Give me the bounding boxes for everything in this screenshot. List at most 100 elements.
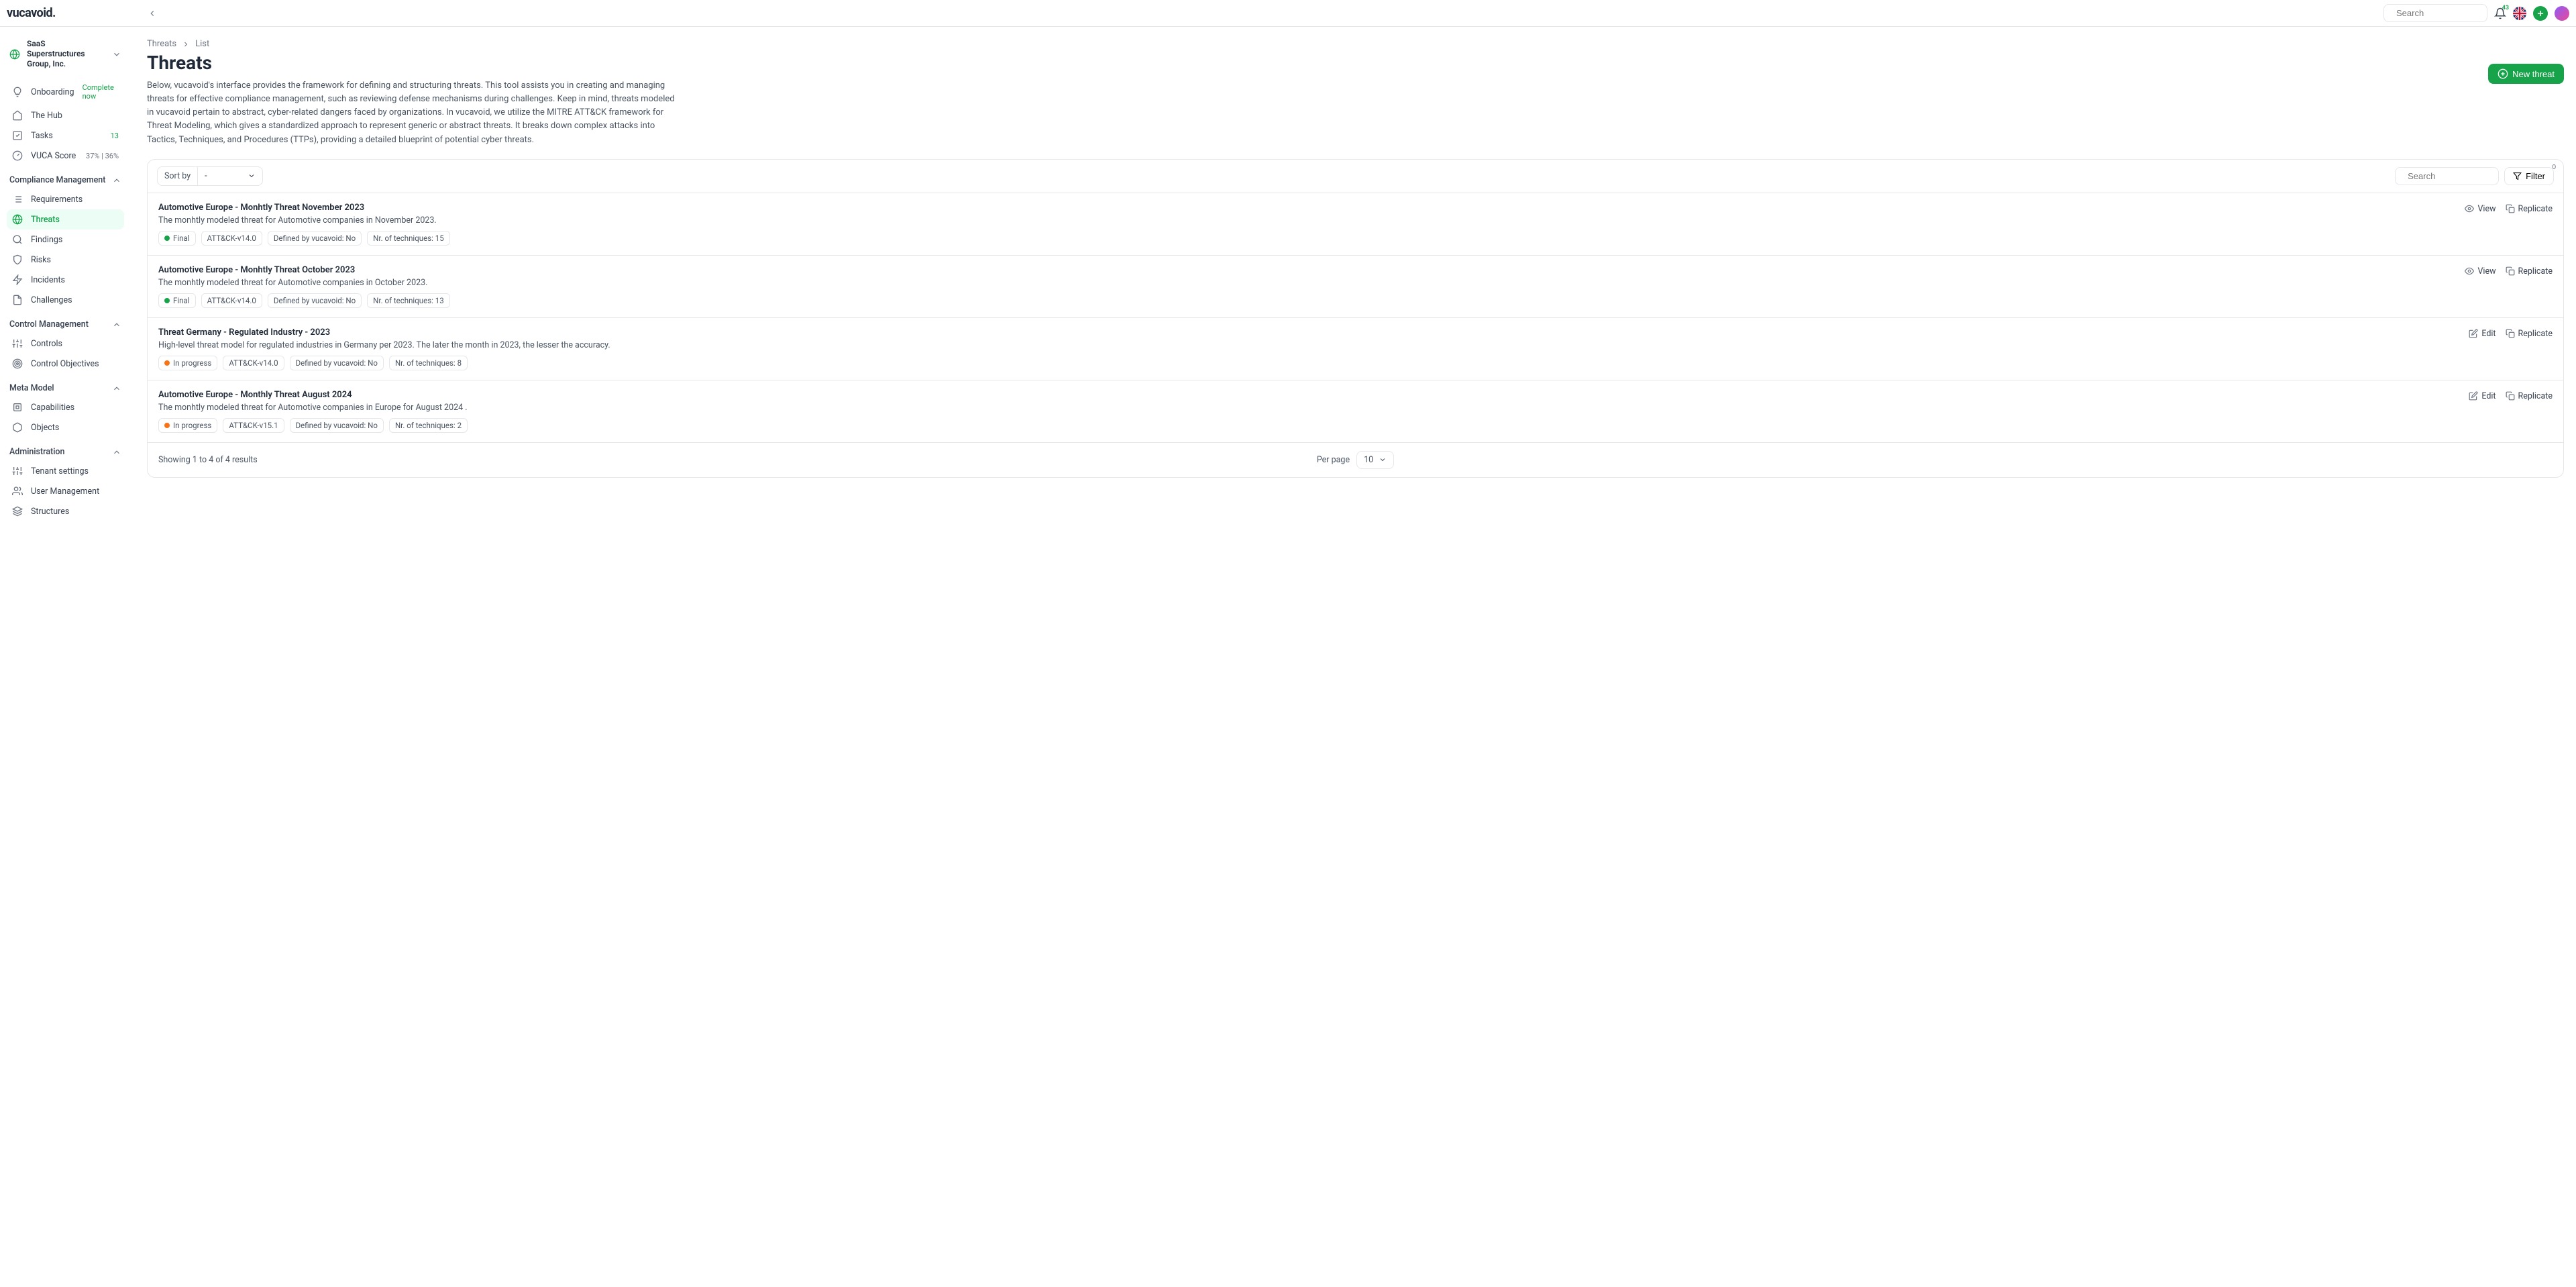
sidebar-item-risks[interactable]: Risks [7,250,124,270]
edit-button[interactable]: Edit [2469,391,2496,401]
replicate-button[interactable]: Replicate [2506,329,2553,339]
view-button[interactable]: View [2465,204,2496,214]
replicate-button[interactable]: Replicate [2506,391,2553,401]
edit-icon [2469,391,2478,401]
threat-title[interactable]: Automotive Europe - Monthly Threat Augus… [158,390,2455,400]
sidebar-item-tasks[interactable]: Tasks 13 [7,125,124,146]
replicate-button[interactable]: Replicate [2506,204,2553,214]
page-description: Below, vucavoid's interface provides the… [147,79,677,147]
filter-label: Filter [2526,171,2545,181]
sidebar-item-onboarding[interactable]: Onboarding Complete now [7,79,124,105]
locale-flag-uk[interactable] [2513,7,2526,20]
sidebar-item-challenges[interactable]: Challenges [7,290,124,310]
sidebar-item-label: Structures [31,507,119,517]
page-header: Threats Below, vucavoid's interface prov… [147,52,2564,147]
sidebar-item-label: Onboarding [31,87,74,97]
threat-row: Automotive Europe - Monhtly Threat Octob… [148,255,2563,317]
sidebar-section-administration[interactable]: Administration [7,437,124,461]
new-threat-label: New threat [2512,69,2555,79]
sidebar-section-compliance-management[interactable]: Compliance Management [7,166,124,189]
sidebar-item-structures[interactable]: Structures [7,501,124,521]
sidebar-item-incidents[interactable]: Incidents [7,270,124,290]
filter-button[interactable]: Filter 0 [2504,167,2554,185]
sidebar-item-controls[interactable]: Controls [7,333,124,354]
edit-button[interactable]: Edit [2469,329,2496,339]
threat-title[interactable]: Threat Germany - Regulated Industry - 20… [158,327,2455,338]
sidebar-section-meta-model[interactable]: Meta Model [7,374,124,397]
sidebar-item-label: Tasks [31,131,103,141]
notifications-button[interactable]: 43 [2494,7,2506,19]
user-avatar[interactable] [2555,6,2569,21]
sidebar-item-label: Tenant settings [31,466,119,476]
chevron-right-icon [182,40,190,48]
section-title: Meta Model [9,383,54,393]
sidebar-item-control-objectives[interactable]: Control Objectives [7,354,124,374]
threat-body: Threat Germany - Regulated Industry - 20… [158,327,2455,370]
breadcrumb-threats[interactable]: Threats [147,39,176,49]
sidebar-item-the-hub[interactable]: The Hub [7,105,124,125]
add-button[interactable] [2533,6,2548,21]
sidebar-item-threats[interactable]: Threats [7,209,124,229]
sliders-icon [12,338,23,349]
sort-select[interactable]: - [198,167,262,185]
threat-row: Automotive Europe - Monthly Threat Augus… [148,380,2563,442]
chevron-down-icon [1379,456,1387,464]
threat-description: The monhtly modeled threat for Automotiv… [158,215,2451,225]
cpu-icon [12,402,23,413]
sidebar-item-tenant-settings[interactable]: Tenant settings [7,461,124,481]
per-page-select[interactable]: 10 [1356,451,1394,469]
sidebar-item-requirements[interactable]: Requirements [7,189,124,209]
threat-title[interactable]: Automotive Europe - Monhtly Threat Novem… [158,203,2451,213]
threat-tags: In progress ATT&CK-v15.1 Defined by vuca… [158,418,2455,433]
filter-icon [2513,172,2522,181]
sidebar-item-objects[interactable]: Objects [7,417,124,437]
threat-title[interactable]: Automotive Europe - Monhtly Threat Octob… [158,265,2451,275]
sidebar: SaaS Superstructures Group, Inc. Onboard… [0,27,131,531]
new-threat-button[interactable]: New threat [2488,64,2564,84]
logo[interactable]: vucavoid. [7,6,56,20]
page-header-text: Threats Below, vucavoid's interface prov… [147,52,677,147]
filter-count: 0 [2552,164,2556,171]
table-search[interactable] [2395,167,2499,185]
status-tag: Final [158,293,196,308]
chevron-up-icon [112,448,121,457]
action-label: Edit [2481,329,2496,339]
sidebar-item-user-management[interactable]: User Management [7,481,124,501]
search-icon [12,234,23,245]
sidebar-badge: 37% | 36% [86,152,119,160]
action-label: View [2477,266,2496,276]
eye-icon [2465,204,2474,213]
per-page-label: Per page [1317,455,1350,465]
sidebar-item-findings[interactable]: Findings [7,229,124,250]
status-dot-icon [164,423,170,428]
status-tag: Final [158,231,196,246]
breadcrumb-list[interactable]: List [195,39,209,49]
chevron-up-icon [112,176,121,185]
sidebar-item-label: Objects [31,423,119,433]
users-icon [12,486,23,497]
sidebar-item-label: Capabilities [31,403,119,413]
app-header: vucavoid. 43 [0,0,2576,27]
gauge-icon [12,150,23,161]
chevron-up-icon [112,384,121,393]
global-search[interactable] [2383,4,2487,22]
sidebar-item-vuca-score[interactable]: VUCA Score 37% | 36% [7,146,124,166]
threat-body: Automotive Europe - Monhtly Threat Novem… [158,203,2451,246]
threat-row: Automotive Europe - Monhtly Threat Novem… [148,193,2563,255]
main-content: Threats List Threats Below, vucavoid's i… [131,27,2576,531]
edit-icon [2469,329,2478,338]
org-selector[interactable]: SaaS Superstructures Group, Inc. [7,36,124,79]
status-dot-icon [164,360,170,366]
target-icon [12,358,23,369]
sidebar-item-capabilities[interactable]: Capabilities [7,397,124,417]
sidebar-badge: 13 [111,132,119,140]
sidebar-section-control-management[interactable]: Control Management [7,310,124,333]
techniques-tag: Nr. of techniques: 8 [389,356,468,370]
status-tag: In progress [158,356,217,370]
sidebar-collapse-button[interactable] [144,5,160,21]
chevron-up-icon [112,320,121,329]
sidebar-item-label: Risks [31,255,119,265]
replicate-button[interactable]: Replicate [2506,266,2553,276]
header-left: vucavoid. [7,5,160,21]
view-button[interactable]: View [2465,266,2496,276]
